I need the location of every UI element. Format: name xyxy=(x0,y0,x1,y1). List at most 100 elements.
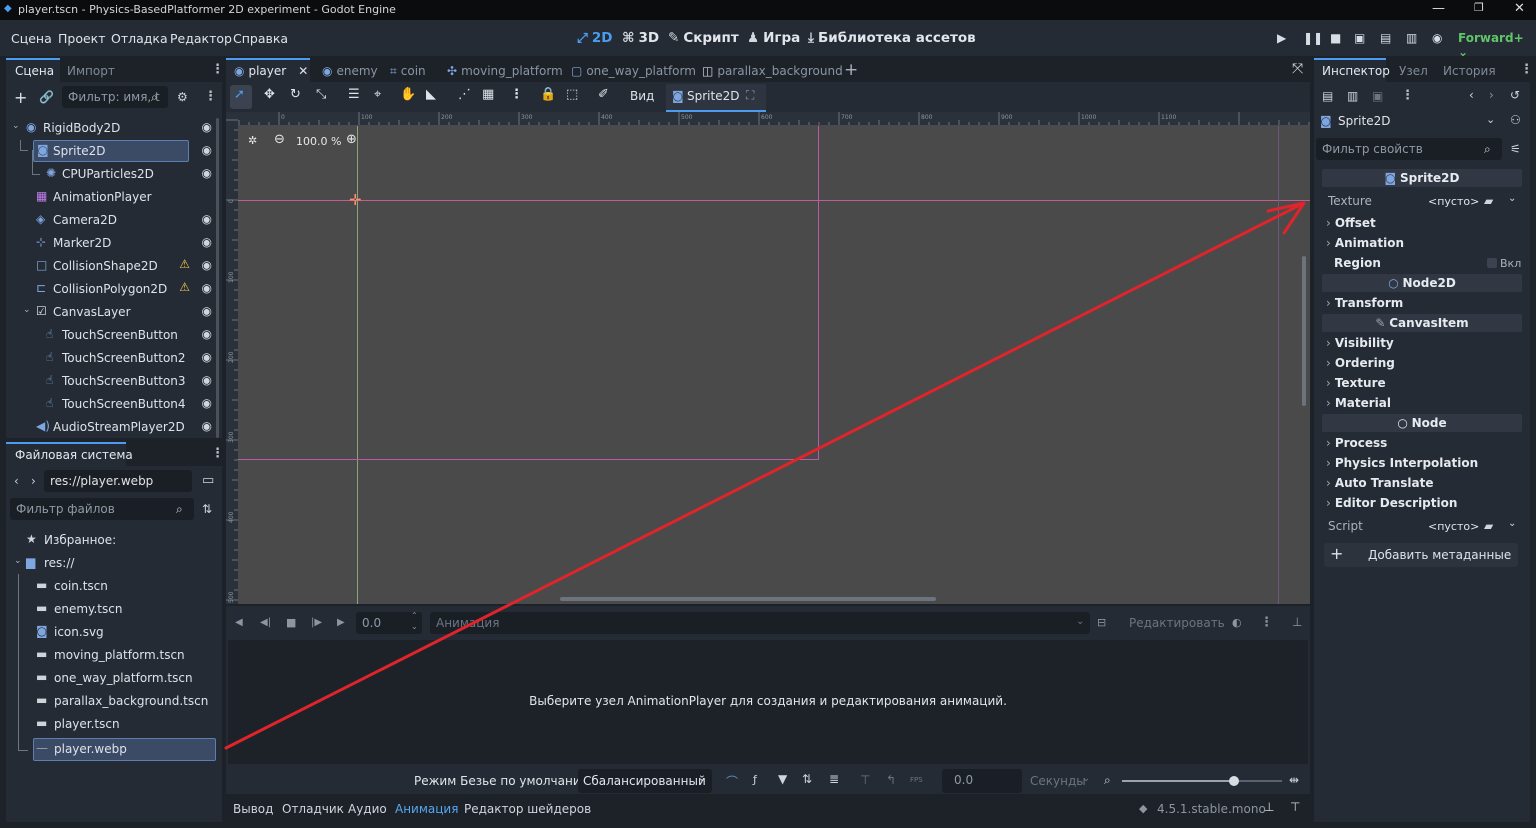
visibility-eye-icon[interactable]: ◉ xyxy=(202,143,212,157)
add-metadata-button[interactable]: + Добавить метаданные xyxy=(1324,543,1518,567)
visibility-eye-icon[interactable]: ◉ xyxy=(202,396,212,410)
pin-icon[interactable]: ⊥ xyxy=(1264,800,1274,814)
scene-tab-parallax-background[interactable]: ◫ parallax_background xyxy=(702,64,843,78)
property-script-value[interactable]: <пусто> xyxy=(1428,520,1479,533)
tree-node-audiostreamplayer2d[interactable]: ◀) AudioStreamPlayer2D ◉ xyxy=(6,416,216,438)
back-arrow-icon[interactable]: ‹ xyxy=(14,474,19,488)
warning-icon[interactable]: ⚠ xyxy=(179,257,190,271)
skeleton-icon[interactable]: ✐ xyxy=(598,87,609,102)
spin-up-icon[interactable]: ⌃ xyxy=(411,611,418,620)
sort-tracks-icon[interactable]: ⇅ xyxy=(802,772,812,786)
filesystem-path-input[interactable]: res://player.webp xyxy=(44,470,192,492)
property-canvas-texture[interactable]: › Texture xyxy=(1326,376,1386,390)
pause-icon[interactable]: ❚❚ xyxy=(1303,31,1323,45)
workspace-asset-library[interactable]: ⤓ Библиотека ассетов xyxy=(808,30,976,46)
play-backwards-icon[interactable]: ◀| xyxy=(260,617,271,628)
lock-icon[interactable]: 🔒 xyxy=(540,87,556,102)
fps-toggle[interactable]: FPS xyxy=(910,776,923,784)
play-custom-scene-icon[interactable]: ▥ xyxy=(1406,31,1417,45)
property-physics-interpolation[interactable]: › Physics Interpolation xyxy=(1326,456,1478,470)
property-animation[interactable]: › Animation xyxy=(1326,236,1404,250)
visibility-eye-icon[interactable]: ◉ xyxy=(202,258,212,272)
folder-icon[interactable]: ▰ xyxy=(1484,194,1493,208)
edit-animation-button[interactable]: Редактировать xyxy=(1129,616,1225,630)
fit-timeline-icon[interactable]: ⇹ xyxy=(1289,773,1299,787)
select-tool-icon[interactable]: ➚ xyxy=(234,87,245,102)
spin-down-icon[interactable]: ⌄ xyxy=(411,622,418,631)
group-icon[interactable]: ⬚ xyxy=(566,87,578,102)
workspace-2d[interactable]: ⤢ 2D xyxy=(577,30,612,46)
tree-node-camera2d[interactable]: ◈ Camera2D ◉ xyxy=(6,209,216,231)
property-transform[interactable]: › Transform xyxy=(1326,296,1403,310)
snap-options-icon[interactable]: ⋮ xyxy=(510,87,523,102)
open-resource-icon[interactable]: ▥ xyxy=(1347,89,1358,103)
tree-node-touchscreenbutton2[interactable]: ☝ TouchScreenButton2 ◉ xyxy=(6,347,216,369)
workspace-game[interactable]: ♟ Игра xyxy=(747,30,800,46)
menu-help[interactable]: Справка xyxy=(233,31,288,46)
tree-node-touchscreenbutton3[interactable]: ☝ TouchScreenButton3 ◉ xyxy=(6,370,216,392)
tree-node-collisionshape2d[interactable]: □ CollisionShape2D ⚠ ◉ xyxy=(6,255,216,277)
property-material[interactable]: › Material xyxy=(1326,396,1391,410)
play-scene-icon[interactable]: ▤ xyxy=(1380,31,1391,45)
region-checkbox[interactable] xyxy=(1487,258,1497,268)
add-scene-tab-icon[interactable]: + xyxy=(844,60,858,80)
scene-tab-enemy[interactable]: ◉ enemy xyxy=(322,64,378,78)
history-back-icon[interactable]: ‹ xyxy=(1469,88,1474,102)
scene-tab-player[interactable]: ◉ player ✕ xyxy=(234,64,308,78)
fs-file-icon-svg[interactable]: ◙ icon.svg xyxy=(36,621,216,643)
fs-file-coin[interactable]: ▬ coin.tscn xyxy=(36,575,216,597)
visibility-eye-icon[interactable]: ◉ xyxy=(202,304,212,318)
expand-panel-icon[interactable]: ⊤ xyxy=(1290,800,1300,814)
bottom-tab-shader-editor[interactable]: Редактор шейдеров xyxy=(464,802,591,816)
zoom-out-icon[interactable]: ⊖ xyxy=(274,132,285,147)
tree-node-animationplayer[interactable]: ▦ AnimationPlayer xyxy=(6,186,216,208)
movie-maker-icon[interactable]: ◉ xyxy=(1432,31,1442,45)
folder-icon[interactable]: ▰ xyxy=(1484,519,1493,533)
close-tab-icon[interactable]: ✕ xyxy=(298,64,308,78)
bottom-tab-debugger[interactable]: Отладчик xyxy=(282,802,344,816)
scene-dock-menu-icon[interactable]: ⋮ xyxy=(211,62,224,77)
step-input[interactable]: 0.0 xyxy=(942,769,1022,793)
filesystem-menu-icon[interactable]: ⋮ xyxy=(211,446,224,461)
save-resource-icon[interactable]: ▣ xyxy=(1372,89,1383,103)
play-forward-icon[interactable]: |▶ xyxy=(311,617,322,628)
section-canvasitem[interactable]: ✎ CanvasItem xyxy=(1322,314,1522,332)
property-auto-translate[interactable]: › Auto Translate xyxy=(1326,476,1433,490)
section-node[interactable]: ○ Node xyxy=(1322,414,1522,432)
close-icon[interactable]: ✕ xyxy=(1514,1,1525,16)
attach-script-icon[interactable]: ⚙ xyxy=(177,90,188,104)
new-resource-icon[interactable]: ▤ xyxy=(1322,89,1333,103)
remote-debug-icon[interactable]: ▣ xyxy=(1354,31,1365,45)
tree-node-canvaslayer[interactable]: ⌄ ☑ CanvasLayer ◉ xyxy=(6,301,216,323)
animation-menu-icon[interactable]: ⋮ xyxy=(1260,615,1273,630)
tree-node-sprite2d[interactable]: ◙ Sprite2D ◉ xyxy=(6,140,216,162)
property-process[interactable]: › Process xyxy=(1326,436,1387,450)
fs-file-parallax-background[interactable]: ▬ parallax_background.tscn xyxy=(36,690,216,712)
tab-inspector[interactable]: Инспектор xyxy=(1322,64,1390,78)
visibility-eye-icon[interactable]: ◉ xyxy=(202,212,212,226)
pin-icon[interactable]: ⊥ xyxy=(1292,615,1302,629)
workspace-script[interactable]: ✎ Скрипт xyxy=(668,30,739,46)
zoom-in-icon[interactable]: ⊕ xyxy=(346,132,357,147)
inspector-options-icon[interactable]: ⚟ xyxy=(1510,142,1521,156)
zoom-timeline-icon[interactable]: ⌕ xyxy=(1104,773,1111,788)
play-icon[interactable]: ▶ xyxy=(1277,31,1286,45)
tree-node-cpuparticles2d[interactable]: ✺ CPUParticles2D ◉ xyxy=(6,163,216,185)
forward-arrow-icon[interactable]: › xyxy=(31,474,36,488)
bottom-tab-audio[interactable]: Аудио xyxy=(348,802,387,816)
distraction-free-icon[interactable]: ⤧ xyxy=(1292,61,1303,77)
fs-file-moving-platform[interactable]: ▬ moving_platform.tscn xyxy=(36,644,216,666)
bottom-tab-output[interactable]: Вывод xyxy=(233,802,273,816)
history-icon[interactable]: ↺ xyxy=(1510,88,1520,102)
property-ordering[interactable]: › Ordering xyxy=(1326,356,1395,370)
collapse-arrow-icon[interactable]: ⌄ xyxy=(23,305,31,315)
object-properties-icon[interactable]: ⚇ xyxy=(1510,113,1521,127)
viewport-h-scrollbar[interactable] xyxy=(560,597,936,601)
object-selector[interactable]: ◙ Sprite2D ⌄ xyxy=(1316,110,1502,132)
inspector-menu-icon[interactable]: ⋮ xyxy=(1520,62,1533,77)
function-icon[interactable]: ƒ xyxy=(753,773,757,786)
collapse-arrow-icon[interactable]: ⌄ xyxy=(14,556,22,566)
sprite-editor-tab[interactable]: ◙ Sprite2D ⛶ xyxy=(666,84,766,112)
bottom-tab-animation[interactable]: Анимация xyxy=(395,802,458,816)
visibility-eye-icon[interactable]: ◉ xyxy=(202,281,212,295)
